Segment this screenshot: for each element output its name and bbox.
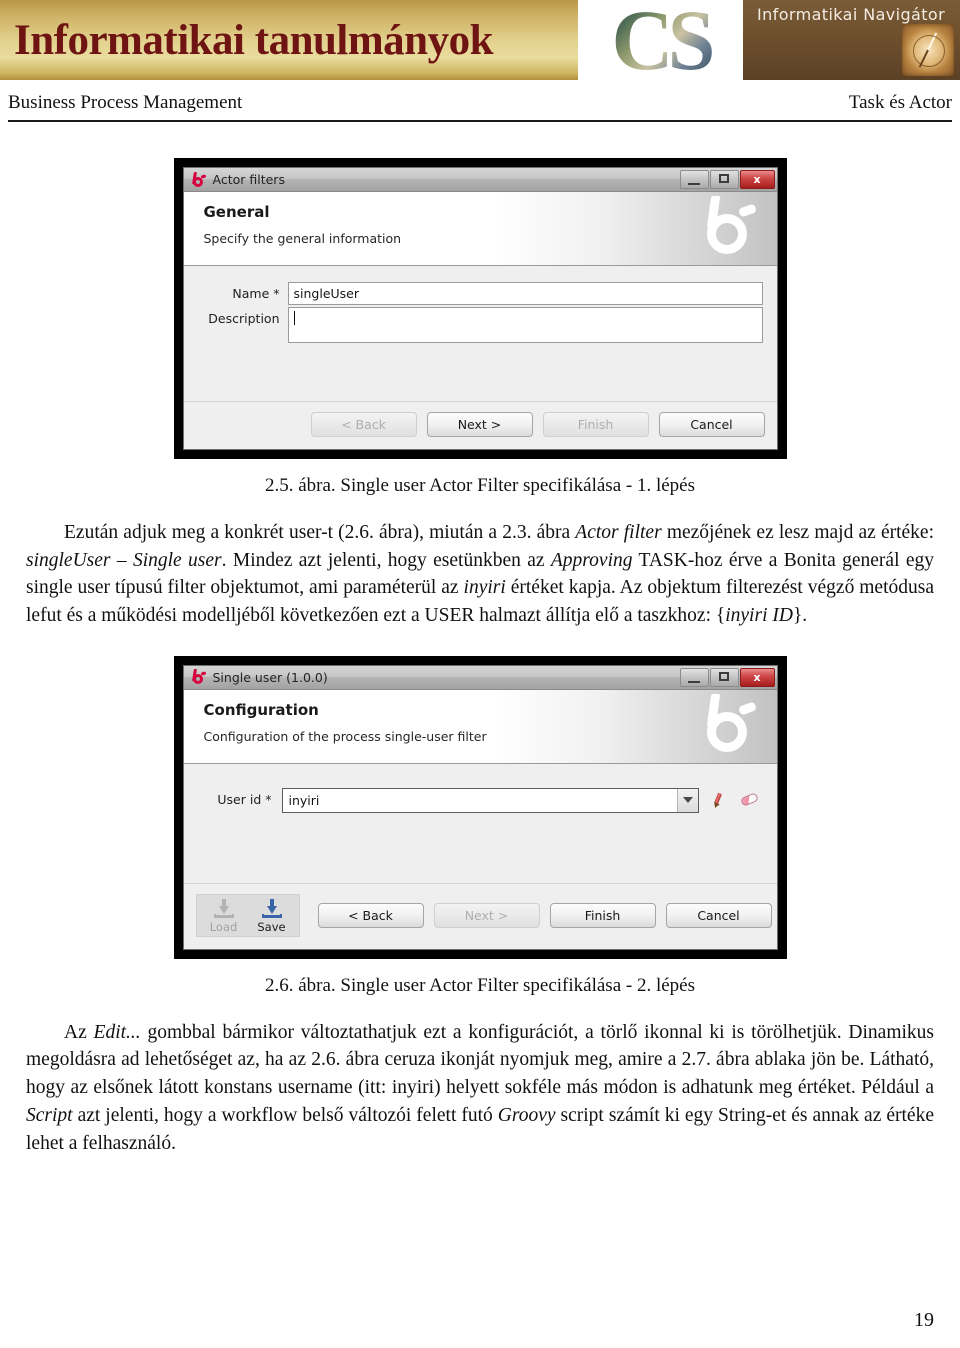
load-save-toolbar: Load Save (195, 893, 300, 937)
actor-filters-dialog: Actor filters x General Specify the gene… (182, 167, 778, 450)
paragraph-1: Ezután adjuk meg a konkrét user-t (2.6. … (26, 522, 934, 627)
paragraph-2: Az Edit... gombbal bármikor változtathat… (26, 1021, 934, 1154)
eraser-icon[interactable] (737, 788, 763, 813)
wizard-buttons-2: < Back Next > Finish Cancel (317, 902, 772, 928)
journal-title-band: Informatikai tanulmányok (0, 0, 578, 80)
userid-value: inyiri (288, 792, 320, 808)
dialog-body-spacer-1 (198, 345, 763, 401)
next-button-2[interactable]: Next > (433, 902, 540, 928)
dialog-header-subtitle-1: Specify the general information (203, 231, 402, 246)
load-button[interactable]: Load (205, 898, 243, 934)
text-caret (293, 311, 295, 325)
header-rule (8, 120, 952, 122)
screenshot-frame-1: Actor filters x General Specify the gene… (173, 158, 787, 459)
save-label: Save (257, 919, 286, 934)
userid-field-label: User id * (217, 791, 272, 807)
dialog-titlebar-2: Single user (1.0.0) x (183, 665, 777, 690)
close-icon[interactable]: x (739, 667, 775, 687)
bonita-watermark-icon (697, 692, 759, 758)
dialog-footer-1: < Back Next > Finish Cancel (183, 401, 777, 449)
finish-button-1[interactable]: Finish (542, 412, 649, 437)
minimize-icon[interactable] (679, 170, 709, 189)
window-controls-1: x (679, 170, 775, 189)
description-field-row: Description (198, 307, 763, 343)
next-button-1[interactable]: Next > (426, 412, 533, 437)
chevron-down-icon[interactable] (676, 788, 698, 812)
bonita-logo-icon (191, 669, 206, 685)
finish-button-2[interactable]: Finish (549, 902, 656, 928)
bonita-watermark-icon (697, 194, 759, 260)
dialog-header-1: General Specify the general information (183, 192, 777, 266)
back-button-2[interactable]: < Back (317, 902, 424, 928)
dialog-header-2: Configuration Configuration of the proce… (183, 689, 777, 764)
description-field-label: Description (208, 311, 280, 326)
pencil-icon[interactable] (705, 788, 731, 813)
userid-combobox[interactable]: inyiri (281, 787, 699, 813)
bonita-logo-icon (191, 171, 206, 188)
load-label: Load (209, 919, 238, 934)
dialog-title-1: Actor filters (212, 172, 285, 187)
dialog-title-2: Single user (1.0.0) (212, 669, 328, 685)
cs-logo-letters: CS (578, 0, 743, 80)
minimize-icon[interactable] (679, 667, 709, 687)
cancel-button-2[interactable]: Cancel (665, 902, 772, 928)
cs-logo: CS (578, 0, 743, 80)
save-button[interactable]: Save (253, 898, 291, 934)
dialog-header-subtitle-2: Configuration of the process single-user… (203, 728, 487, 744)
maximize-icon[interactable] (709, 170, 739, 189)
dialog-body-1: Name * singleUser Description (183, 266, 777, 401)
screenshot-frame-2: Single user (1.0.0) x Configuration Conf… (173, 655, 787, 959)
userid-field-row: User id * inyiri (198, 787, 763, 813)
masthead-banner: Informatikai tanulmányok CS Informatikai… (0, 0, 960, 80)
dialog-body-2: User id * inyiri (183, 763, 777, 883)
running-head-left: Business Process Management (8, 92, 243, 113)
journal-title: Informatikai tanulmányok (14, 16, 494, 64)
wizard-buttons-1: < Back Next > Finish Cancel (196, 412, 765, 437)
dialog-header-title-1: General (203, 203, 270, 221)
single-user-dialog: Single user (1.0.0) x Configuration Conf… (182, 664, 778, 950)
close-icon[interactable]: x (739, 170, 775, 189)
navigator-label: Informatikai Navigátor (757, 5, 946, 24)
page-number: 19 (914, 1309, 934, 1331)
dialog-footer-2: Load Save < Back Next > Finish Cancel (183, 882, 777, 949)
name-field-row: Name * singleUser (198, 282, 763, 305)
figure-actor-filters: Actor filters x General Specify the gene… (0, 158, 960, 459)
maximize-icon[interactable] (709, 667, 739, 687)
cancel-button-1[interactable]: Cancel (658, 412, 765, 437)
load-icon (213, 898, 235, 919)
navigator-band: Informatikai Navigátor (743, 0, 960, 80)
compass-icon (902, 24, 954, 76)
window-controls-2: x (679, 667, 775, 687)
running-head: Business Process Management Task és Acto… (8, 92, 952, 120)
back-button-1[interactable]: < Back (310, 412, 417, 437)
dialog-titlebar-1: Actor filters x (183, 168, 777, 192)
name-field-label: Name * (232, 286, 280, 301)
save-icon (261, 898, 283, 919)
figure-caption-1: 2.5. ábra. Single user Actor Filter spec… (264, 475, 695, 496)
running-head-right: Task és Actor (848, 92, 952, 113)
description-input[interactable] (287, 307, 763, 343)
name-input[interactable]: singleUser (287, 282, 763, 305)
dialog-body-spacer-2 (198, 815, 763, 883)
figure-caption-2: 2.6. ábra. Single user Actor Filter spec… (264, 974, 695, 996)
figure-single-user: Single user (1.0.0) x Configuration Conf… (0, 655, 960, 959)
dialog-header-title-2: Configuration (203, 700, 319, 719)
